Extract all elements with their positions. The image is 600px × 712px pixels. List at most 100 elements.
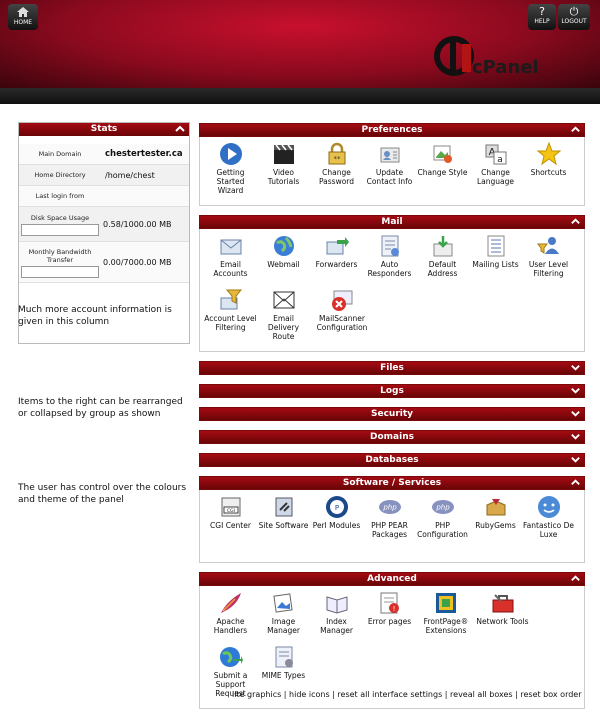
item-getting-started[interactable]: Getting Started Wizard xyxy=(204,142,257,200)
group-header-domains[interactable]: Domains xyxy=(199,430,585,444)
group-header-software[interactable]: Software / Services xyxy=(199,476,585,490)
item-webmail[interactable]: Webmail xyxy=(257,234,310,284)
stat-label: Main Domain xyxy=(38,150,82,158)
group-header-preferences[interactable]: Preferences xyxy=(199,123,585,137)
group-header-mail[interactable]: Mail xyxy=(199,215,585,229)
globe-icon xyxy=(273,236,294,256)
group-body-mail: Email Accounts Webmail Forwarders Auto R… xyxy=(199,229,585,352)
svg-text:CGI: CGI xyxy=(227,508,235,514)
chevron-up-icon[interactable] xyxy=(174,123,186,135)
software-box-icon xyxy=(275,497,292,517)
item-email-delivery-route[interactable]: Email Delivery Route xyxy=(257,288,310,347)
note-account-info: Much more account information is given i… xyxy=(18,305,172,327)
item-mailscanner[interactable]: MailScanner Configuration xyxy=(310,288,374,347)
item-fantastico[interactable]: Fantastico De Luxe xyxy=(522,495,575,557)
list-icon xyxy=(487,235,504,257)
stat-label-cell: Disk Space Usage xyxy=(19,212,99,236)
chevron-down-icon[interactable] xyxy=(570,385,581,396)
group-title: Logs xyxy=(380,386,404,396)
footer-link-reset-box-order[interactable]: reset box order xyxy=(520,690,581,699)
help-button[interactable]: ? HELP xyxy=(528,4,556,30)
home-button[interactable]: HOME xyxy=(8,4,38,30)
item-mailing-lists[interactable]: Mailing Lists xyxy=(469,234,522,284)
cpanel-logo-text: cPanel xyxy=(472,57,539,78)
svg-text:php: php xyxy=(435,504,450,512)
item-forwarders[interactable]: Forwarders xyxy=(310,234,363,284)
chevron-down-icon[interactable] xyxy=(570,454,581,465)
help-icon: ? xyxy=(539,5,545,18)
logout-label: LOGOUT xyxy=(561,18,587,25)
item-account-filtering[interactable]: Account Level Filtering xyxy=(204,288,257,347)
chevron-up-icon[interactable] xyxy=(570,216,581,227)
item-label: User Level Filtering xyxy=(528,260,569,278)
filter-icon xyxy=(220,289,242,309)
contact-icon xyxy=(380,147,399,163)
item-php-configuration[interactable]: php PHP Configuration xyxy=(416,495,469,557)
chevron-down-icon[interactable] xyxy=(570,362,581,373)
item-user-filtering[interactable]: User Level Filtering xyxy=(522,234,575,284)
item-index-manager[interactable]: Index Manager xyxy=(310,591,363,641)
error-page-icon: ! xyxy=(380,592,399,614)
cgi-icon: CGI xyxy=(221,497,240,517)
stats-panel-header[interactable]: Stats xyxy=(19,123,189,136)
footer-link-reveal-boxes[interactable]: reveal all boxes xyxy=(450,690,513,699)
item-shortcuts[interactable]: Shortcuts xyxy=(522,142,575,200)
item-label: Perl Modules xyxy=(312,521,361,530)
group-title: Preferences xyxy=(361,125,423,135)
chevron-up-icon[interactable] xyxy=(570,124,581,135)
footer-link-reset-settings[interactable]: reset all interface settings xyxy=(337,690,442,699)
group-title: Mail xyxy=(381,217,403,227)
toolbox-icon xyxy=(492,594,513,613)
stat-row-last-login: Last login from xyxy=(19,186,189,207)
group-title: Domains xyxy=(370,432,414,442)
item-rubygems[interactable]: RubyGems xyxy=(469,495,522,557)
item-image-manager[interactable]: Image Manager xyxy=(257,591,310,641)
stat-row-home-directory: Home Directory /home/chest xyxy=(19,165,189,186)
item-change-style[interactable]: Change Style xyxy=(416,142,469,200)
user-filter-icon xyxy=(536,237,559,254)
gem-box-icon xyxy=(486,499,505,516)
stats-table: Main Domain chestertester.ca Home Direct… xyxy=(19,136,189,283)
item-change-language[interactable]: Aa Change Language xyxy=(469,142,522,200)
stat-label-cell: Monthly Bandwidth Transfer xyxy=(19,246,99,278)
item-network-tools[interactable]: Network Tools xyxy=(476,591,529,641)
stat-value: chestertester.ca xyxy=(105,149,183,159)
chevron-down-icon[interactable] xyxy=(570,408,581,419)
footer-link-hide-icons[interactable]: hide icons xyxy=(289,690,330,699)
item-label: Mailing Lists xyxy=(472,260,519,269)
item-label: Auto Responders xyxy=(367,260,412,278)
item-site-software[interactable]: Site Software xyxy=(257,495,310,557)
forward-mail-icon xyxy=(326,237,349,255)
group-header-logs[interactable]: Logs xyxy=(199,384,585,398)
item-default-address[interactable]: Default Address xyxy=(416,234,469,284)
item-apache-handlers[interactable]: Apache Handlers xyxy=(204,591,257,641)
svg-text:**: ** xyxy=(333,155,341,163)
item-update-contact[interactable]: Update Contact Info xyxy=(363,142,416,200)
item-error-pages[interactable]: ! Error pages xyxy=(363,591,416,641)
item-frontpage[interactable]: FrontPage® Extensions xyxy=(416,591,476,641)
apache-feather-icon xyxy=(220,593,241,613)
item-label: Forwarders xyxy=(315,260,358,269)
item-video-tutorials[interactable]: Video Tutorials xyxy=(257,142,310,200)
item-php-pear[interactable]: php PHP PEAR Packages xyxy=(363,495,416,557)
group-header-security[interactable]: Security xyxy=(199,407,585,421)
chevron-up-icon[interactable] xyxy=(570,477,581,488)
chevron-down-icon[interactable] xyxy=(570,431,581,442)
book-icon xyxy=(326,596,347,614)
bandwidth-usage-bar xyxy=(21,266,99,278)
item-label: Change Password xyxy=(318,168,355,186)
group-header-files[interactable]: Files xyxy=(199,361,585,375)
home-label: HOME xyxy=(13,19,33,26)
stat-label: Monthly Bandwidth Transfer xyxy=(28,248,92,264)
item-auto-responders[interactable]: Auto Responders xyxy=(363,234,416,284)
item-cgi-center[interactable]: CGI CGI Center xyxy=(204,495,257,557)
chevron-up-icon[interactable] xyxy=(570,573,581,584)
item-change-password[interactable]: ** Change Password xyxy=(310,142,363,200)
item-email-accounts[interactable]: Email Accounts xyxy=(204,234,257,284)
item-perl-modules[interactable]: P Perl Modules xyxy=(310,495,363,557)
group-header-databases[interactable]: Databases xyxy=(199,453,585,467)
logout-button[interactable]: ⏻ LOGOUT xyxy=(558,4,590,30)
footer-link-lite-graphics[interactable]: lite graphics xyxy=(232,690,281,699)
group-header-advanced[interactable]: Advanced xyxy=(199,572,585,586)
svg-text:!: ! xyxy=(392,605,395,613)
